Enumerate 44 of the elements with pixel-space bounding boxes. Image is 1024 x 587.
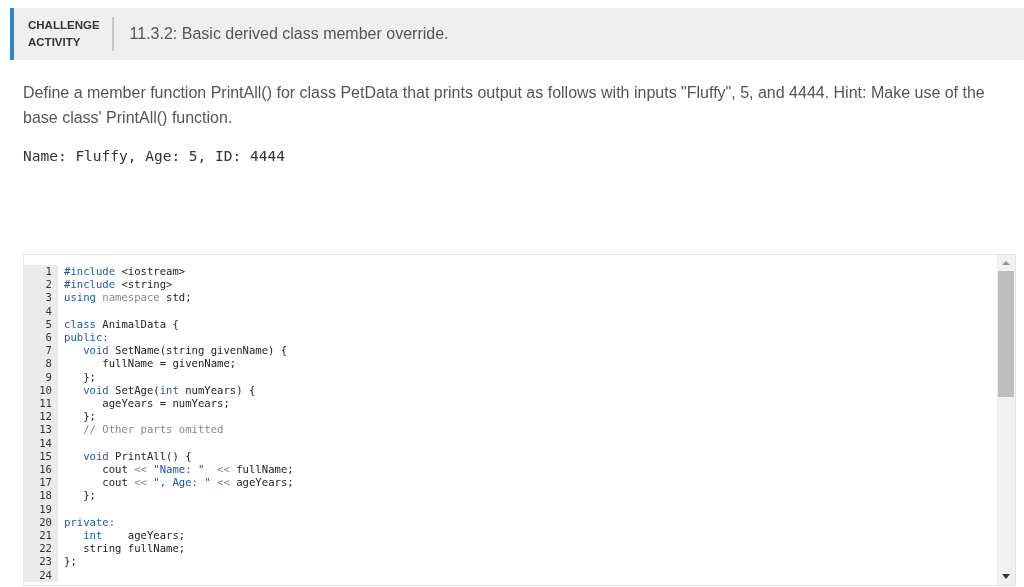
code-line: fullName = givenName; (101, 357, 237, 371)
line-number: 13 (24, 423, 58, 437)
code-line: void SetAge(int numYears) { (82, 383, 256, 398)
line-number: 22 (24, 542, 58, 556)
code-line: }; (82, 410, 96, 424)
code-line: void PrintAll() { (82, 449, 192, 464)
line-number: 11 (24, 397, 58, 411)
sample-output: Name: Fluffy, Age: 5, ID: 4444 (23, 148, 286, 164)
code-line: #include <iostream> (63, 265, 186, 279)
line-number: 17 (24, 476, 58, 490)
code-line: }; (82, 489, 96, 503)
line-number: 3 (24, 291, 58, 305)
code-line: private: (63, 515, 116, 530)
scrollbar[interactable] (997, 255, 1015, 585)
code-line: // Other parts omitted (82, 423, 224, 437)
scroll-down-icon[interactable] (1002, 574, 1010, 579)
line-number: 1 (24, 265, 58, 279)
code-line: #include <string> (63, 278, 173, 292)
scroll-up-icon[interactable] (1002, 261, 1010, 265)
code-line: int ageYears; (82, 529, 186, 543)
code-line: public: (63, 331, 109, 345)
line-number: 21 (24, 529, 58, 543)
line-number: 6 (24, 331, 58, 345)
code-line: string fullName; (82, 542, 186, 556)
line-number: 12 (24, 410, 58, 424)
line-number: 16 (24, 463, 58, 477)
badge-label: CHALLENGE (28, 18, 100, 33)
code-line: using namespace std; (63, 291, 192, 305)
code-line: void SetName(string givenName) { (82, 344, 288, 358)
instructions-text: Define a member function PrintAll() for class PetData that prints output as follows with inputs "Fluffy", 5, and 4444. Hint: Make use of the base class' PrintAll() function. (23, 83, 986, 128)
line-number: 2 (24, 278, 58, 292)
code-line: }; (63, 555, 77, 569)
line-number: 18 (24, 489, 58, 503)
scroll-thumb[interactable] (998, 271, 1014, 397)
code-line: class AnimalData { (63, 317, 179, 331)
code-line: }; (82, 370, 96, 384)
badge-label: ACTIVITY (28, 35, 82, 50)
activity-title: 11.3.2: Basic derived class member override. (129, 25, 449, 43)
line-number: 8 (24, 357, 58, 371)
code-line: cout << "Name: " << fullName; (101, 463, 294, 477)
code-line: ageYears = numYears; (101, 397, 230, 411)
line-number: 23 (24, 555, 58, 569)
line-number: 7 (24, 344, 58, 358)
code-line: cout << ", Age: " << ageYears; (101, 476, 294, 490)
